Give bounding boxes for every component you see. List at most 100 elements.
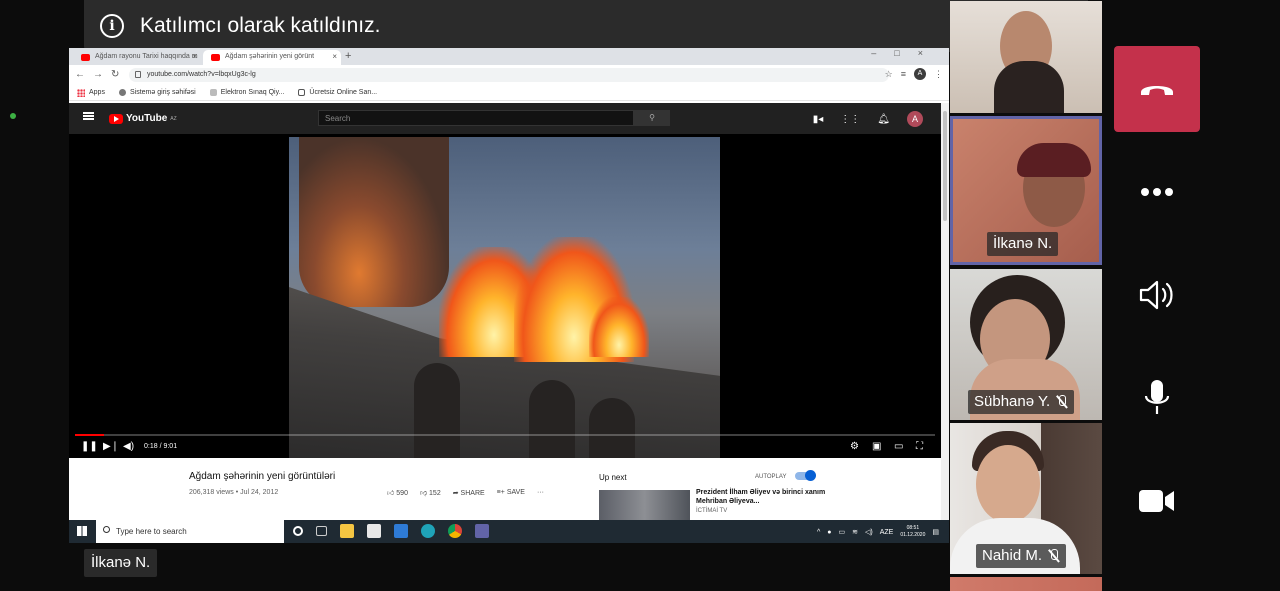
youtube-avatar[interactable]: A [907, 111, 923, 127]
autoplay-toggle[interactable] [795, 470, 816, 481]
create-video-icon[interactable]: ▮◂ [813, 114, 824, 125]
file-explorer-icon[interactable] [340, 524, 354, 538]
participant-video [994, 61, 1064, 113]
youtube-logo[interactable]: YouTube AZ [109, 113, 177, 124]
bookmark-item[interactable]: Elektron Sınaq Qiy... [209, 89, 284, 96]
share-icon: ➦ [452, 489, 459, 497]
participant-video [1017, 143, 1091, 177]
fullscreen-icon[interactable]: ⛶ [916, 441, 923, 452]
window-controls[interactable]: –□× [871, 48, 941, 58]
clock[interactable]: 08:51 01.12.2020 [900, 525, 925, 539]
hamburger-menu-icon[interactable] [83, 112, 94, 120]
participant-tile[interactable] [950, 1, 1102, 113]
taskbar-search-input[interactable]: Type here to search [96, 520, 284, 543]
windows-start-icon[interactable] [77, 526, 87, 536]
camera-icon [1139, 490, 1174, 512]
close-tab-icon[interactable]: × [332, 52, 337, 61]
hang-up-button[interactable] [1114, 46, 1200, 132]
pause-icon[interactable]: ❚❚ [81, 441, 98, 452]
youtube-search-input[interactable]: Search [318, 110, 634, 126]
chrome-icon[interactable] [448, 524, 462, 538]
recommended-title[interactable]: Prezident İlham Əliyev və birinci xanım … [696, 488, 826, 506]
bookmark-item[interactable]: Ücretsiz Online San... [298, 89, 377, 96]
browser-tab-active[interactable]: Ağdam şəhərinin yeni görünt × [203, 50, 341, 65]
youtube-header-icons: ▮◂ ⋮⋮ 🔔︎ A [813, 111, 923, 127]
address-bar[interactable]: youtube.com/watch?v=lbqxUg3c-lg [129, 68, 889, 82]
cortana-icon[interactable] [293, 526, 303, 536]
new-tab-icon[interactable]: + [345, 50, 351, 62]
bookmark-icon [298, 89, 306, 96]
kebab-menu-icon[interactable]: ⋮ [934, 69, 943, 80]
recommended-thumbnail[interactable] [599, 490, 690, 520]
browser-tab-strip: Ağdam rayonu Tarixi haqqında m × Ağdam ş… [69, 48, 949, 65]
chevron-up-icon[interactable]: ^ [817, 529, 820, 536]
microphone-icon[interactable]: ● [827, 529, 831, 536]
bookmark-apps[interactable]: Apps [77, 88, 105, 97]
video-player[interactable]: ❚❚ ▶❘ ◀) 0:18 / 9:01 ⚙ ▣ ▭ ⛶ [69, 134, 941, 458]
microphone-button[interactable] [1114, 368, 1200, 428]
bookmark-item[interactable]: Sistemə giriş səhifəsi [118, 89, 196, 96]
next-icon[interactable]: ▶❘ [103, 441, 119, 452]
system-tray: ^ ● ▭ ≋ ◁) AZE 08:51 01.12.2020 ▤ [817, 525, 939, 539]
mail-icon[interactable] [394, 524, 408, 538]
more-actions-icon[interactable]: ··· [537, 489, 544, 496]
speaker-icon [1139, 280, 1173, 310]
close-tab-icon[interactable]: × [192, 52, 197, 61]
autoplay-label: AUTOPLAY [755, 474, 787, 480]
speaker-button[interactable] [1114, 265, 1200, 325]
participant-tile[interactable]: Nahid M. [950, 423, 1102, 574]
camera-button[interactable] [1114, 471, 1200, 531]
save-button[interactable]: ≡+ SAVE [497, 489, 525, 496]
more-icon [1141, 188, 1173, 196]
lock-icon [135, 71, 141, 78]
volume-icon[interactable]: ◀) [123, 441, 134, 452]
info-icon: i [100, 14, 124, 38]
notifications-icon[interactable]: ▤ [932, 528, 939, 536]
shared-screen: Ağdam rayonu Tarixi haqqında m × Ağdam ş… [69, 48, 949, 543]
search-icon[interactable]: ⚲ [634, 110, 670, 126]
miniplayer-icon[interactable]: ▣ [872, 441, 881, 452]
share-button[interactable]: ➦ SHARE [453, 489, 485, 497]
minaret-image [299, 137, 449, 307]
browser-tab[interactable]: Ağdam rayonu Tarixi haqqında m × [73, 50, 201, 65]
browser-nav-icons[interactable]: ←→↻ [75, 69, 127, 80]
participant-name-label: Nahid M. [976, 544, 1067, 568]
dislike-button[interactable]: 👎︎ 152 [420, 488, 441, 497]
recommended-channel: İCTİMAİ TV [696, 508, 728, 514]
browser-toolbar-right: ☆ ≡ A ⋮ [885, 68, 943, 80]
player-controls: ❚❚ ▶❘ ◀) 0:18 / 9:01 ⚙ ▣ ▭ ⛶ [69, 436, 941, 458]
windows-taskbar: Type here to search ^ ● ▭ ≋ ◁) AZE 08:51… [69, 520, 949, 543]
language-indicator[interactable]: AZE [880, 529, 894, 536]
task-view-icon[interactable] [316, 526, 327, 536]
theater-mode-icon[interactable]: ▭ [894, 441, 903, 452]
video-time: 0:18 / 9:01 [144, 443, 178, 450]
notification-bell-icon[interactable]: 🔔︎ [877, 114, 890, 125]
video-frame[interactable] [289, 137, 720, 458]
participant-name-label: Sübhanə Y. [968, 390, 1075, 414]
store-icon[interactable] [367, 524, 381, 538]
settings-gear-icon[interactable]: ⚙ [850, 441, 859, 452]
star-icon[interactable]: ☆ [885, 69, 893, 80]
thumbs-down-icon: 👎︎ [419, 490, 428, 497]
more-options-button[interactable] [1114, 162, 1200, 222]
teams-icon[interactable] [475, 524, 489, 538]
media-icon[interactable]: ≡ [901, 69, 906, 79]
browser-tab-title: Ağdam şəhərinin yeni görünt [225, 53, 315, 60]
participant-tile-active-speaker[interactable]: İlkanə N. [950, 116, 1102, 265]
speaker-icon[interactable]: ◁) [865, 528, 873, 536]
wifi-icon[interactable]: ≋ [852, 528, 858, 536]
participant-tile[interactable]: Sübhanə Y. [950, 269, 1102, 420]
participant-tile[interactable] [950, 577, 1102, 591]
edge-icon[interactable] [421, 524, 435, 538]
apps-grid-icon[interactable]: ⋮⋮ [840, 114, 860, 125]
meeting-notification-bar: i Katılımcı olarak katıldınız. ✕ [84, 0, 1088, 52]
like-button[interactable]: 👍︎ 590 [387, 488, 408, 497]
page-scrollbar[interactable] [941, 103, 949, 520]
profile-avatar[interactable]: A [914, 68, 926, 80]
mic-muted-icon [1048, 549, 1060, 563]
apps-grid-icon [77, 88, 85, 97]
address-bar-row: ←→↻ youtube.com/watch?v=lbqxUg3c-lg ☆ ≡ … [69, 65, 949, 85]
battery-icon[interactable]: ▭ [839, 528, 846, 536]
youtube-play-icon [109, 113, 123, 124]
status-dot [10, 113, 16, 119]
